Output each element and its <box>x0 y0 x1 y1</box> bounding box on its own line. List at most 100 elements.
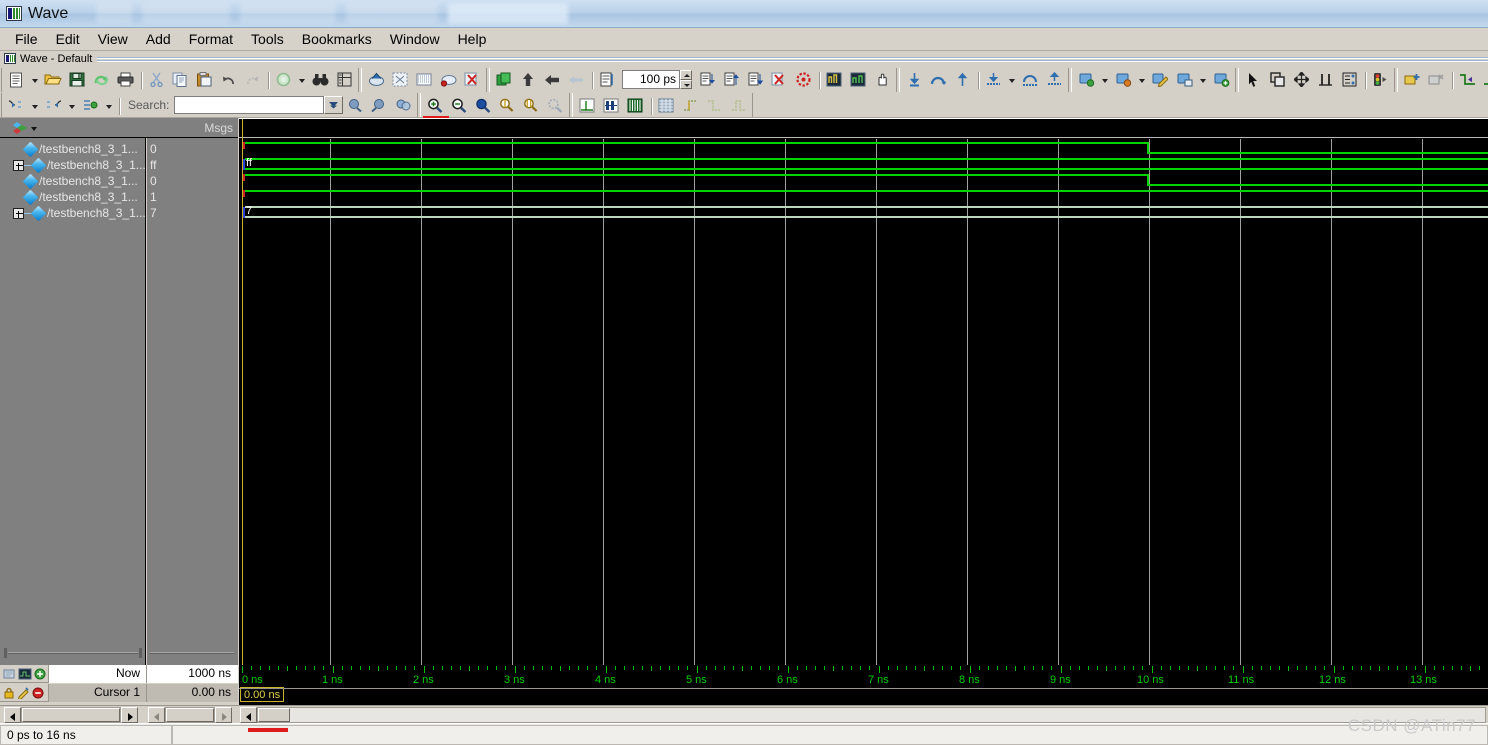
waveform-canvas[interactable]: ff 7 <box>239 118 1488 666</box>
signal-row-4[interactable]: /testbench8_3_1... 7 <box>0 205 238 221</box>
zoom-in-icon[interactable] <box>423 95 450 119</box>
window-tab-1[interactable] <box>142 3 231 24</box>
menu-item-edit[interactable]: Edit <box>47 29 89 49</box>
bookmark-orange-dropdown-arrow-icon[interactable] <box>1136 69 1147 90</box>
insert-cursor-icon[interactable] <box>1401 69 1423 90</box>
compile-icon[interactable] <box>272 69 294 90</box>
menu-item-view[interactable]: View <box>89 29 137 49</box>
zoom-cursor-icon[interactable] <box>496 95 518 116</box>
search-prev-dropdown-arrow-icon[interactable] <box>29 95 40 116</box>
bookmark-save-icon[interactable] <box>1173 69 1195 90</box>
left-arrow-icon[interactable] <box>541 69 563 90</box>
run-all-icon[interactable] <box>744 69 766 90</box>
up-arrow-icon[interactable] <box>517 69 539 90</box>
window-tab-2[interactable] <box>240 3 337 24</box>
value-scroll-trough[interactable] <box>165 707 215 723</box>
value-scroll-left-button[interactable] <box>148 707 165 723</box>
wave-scroll-trough[interactable] <box>257 707 1486 723</box>
objects-dropdown-arrow-icon[interactable] <box>31 127 37 131</box>
break-run-icon[interactable] <box>768 69 790 90</box>
select-arrow-icon[interactable] <box>1242 69 1264 90</box>
undo-icon[interactable] <box>217 69 239 90</box>
edit-mode-icon[interactable] <box>1338 69 1360 90</box>
time-step-spinner[interactable] <box>680 70 692 89</box>
traffic-light-icon[interactable] <box>1369 69 1391 90</box>
name-scroll-right-button[interactable] <box>121 707 138 723</box>
wave-compare2-icon[interactable] <box>847 69 869 90</box>
step-into-icon[interactable] <box>903 69 925 90</box>
restart-sim-icon[interactable] <box>792 69 814 90</box>
open-folder-icon[interactable] <box>42 69 64 90</box>
measure-icon[interactable] <box>1314 69 1336 90</box>
objects-icon[interactable] <box>12 121 28 135</box>
cursor-1-row[interactable]: Cursor 1 0.00 ns <box>0 683 238 702</box>
run-icon[interactable] <box>437 69 459 90</box>
search-settings-dropdown-arrow-icon[interactable] <box>103 95 114 116</box>
signal-row-1[interactable]: /testbench8_3_1... ff <box>0 157 238 173</box>
new-document-dropdown-arrow-icon[interactable] <box>29 69 40 90</box>
menu-item-file[interactable]: File <box>6 29 47 49</box>
search-prev-icon[interactable] <box>5 95 27 116</box>
signal-row-0[interactable]: /testbench8_3_1... 0 <box>0 141 238 157</box>
signal-name-hscrollbar[interactable] <box>4 648 142 658</box>
bookmark-green-dropdown-arrow-icon[interactable] <box>1099 69 1110 90</box>
waveform-single-icon[interactable] <box>576 95 598 116</box>
window-tab-0[interactable] <box>96 3 133 24</box>
copy-icon[interactable] <box>169 69 191 90</box>
menu-item-add[interactable]: Add <box>137 29 180 49</box>
step-into-dropdown-arrow-icon[interactable] <box>1006 69 1017 90</box>
signal-row-3[interactable]: /testbench8_3_1... 1 <box>0 189 238 205</box>
stop-icon[interactable] <box>461 69 483 90</box>
step-into-dashed-icon[interactable] <box>982 69 1004 90</box>
bookmark-save-dropdown-arrow-icon[interactable] <box>1197 69 1208 90</box>
bookmark-orange-icon[interactable] <box>1112 69 1134 90</box>
search-next-dropdown-arrow-icon[interactable] <box>66 95 77 116</box>
wave-compare-icon[interactable] <box>823 69 845 90</box>
forward-arrow-icon[interactable] <box>565 69 587 90</box>
redo-icon[interactable] <box>241 69 263 90</box>
bookmark-green-icon[interactable] <box>1075 69 1097 90</box>
search-dropdown-arrow-icon[interactable] <box>324 96 344 114</box>
simulate-icon[interactable] <box>365 69 387 90</box>
menu-item-tools[interactable]: Tools <box>242 29 293 49</box>
run-length-icon[interactable] <box>696 69 718 90</box>
value-scroll-right-button[interactable] <box>215 707 232 723</box>
zoom-last-icon[interactable] <box>544 95 566 116</box>
signal-row-2[interactable]: /testbench8_3_1... 0 <box>0 173 238 189</box>
expand-plus-icon[interactable] <box>13 207 24 219</box>
zoom-out-icon[interactable] <box>448 95 470 116</box>
save-disk-icon[interactable] <box>66 69 88 90</box>
edge-rise-icon[interactable] <box>679 95 701 116</box>
properties-icon[interactable] <box>333 69 355 90</box>
signal-value-hscrollbar[interactable] <box>150 648 234 658</box>
search-settings-icon[interactable] <box>79 95 101 116</box>
search-back-icon[interactable] <box>368 95 390 116</box>
waveform-mosaic-icon[interactable] <box>655 95 677 116</box>
menu-item-bookmarks[interactable]: Bookmarks <box>293 29 381 49</box>
step-over-icon[interactable] <box>927 69 949 90</box>
search-go-icon[interactable] <box>344 95 366 116</box>
restart-icon[interactable] <box>413 69 435 90</box>
group-icon[interactable] <box>493 69 515 90</box>
menu-item-help[interactable]: Help <box>449 29 496 49</box>
value-scroll-thumb[interactable] <box>166 708 214 722</box>
bookmark-edit-icon[interactable] <box>1149 69 1171 90</box>
move-cursor-icon[interactable] <box>1290 69 1312 90</box>
window-tab-4[interactable] <box>448 3 569 24</box>
search-input[interactable] <box>174 96 325 114</box>
reload-icon[interactable] <box>90 69 112 90</box>
name-scroll-trough[interactable] <box>21 707 121 723</box>
time-step-field[interactable]: 100 ps <box>622 70 680 89</box>
menu-item-format[interactable]: Format <box>180 29 242 49</box>
list-icon[interactable] <box>596 69 618 90</box>
waveform-analog-icon[interactable] <box>624 95 646 116</box>
menu-item-window[interactable]: Window <box>381 29 449 49</box>
search-all-icon[interactable] <box>392 95 414 116</box>
waveform-bus-icon[interactable] <box>600 95 622 116</box>
find-next-transition-icon[interactable] <box>1480 69 1488 90</box>
name-scroll-left-button[interactable] <box>4 707 21 723</box>
step-out-icon[interactable] <box>951 69 973 90</box>
print-icon[interactable] <box>114 69 136 90</box>
expand-plus-icon[interactable] <box>13 159 24 171</box>
search-next-icon[interactable] <box>42 95 64 116</box>
